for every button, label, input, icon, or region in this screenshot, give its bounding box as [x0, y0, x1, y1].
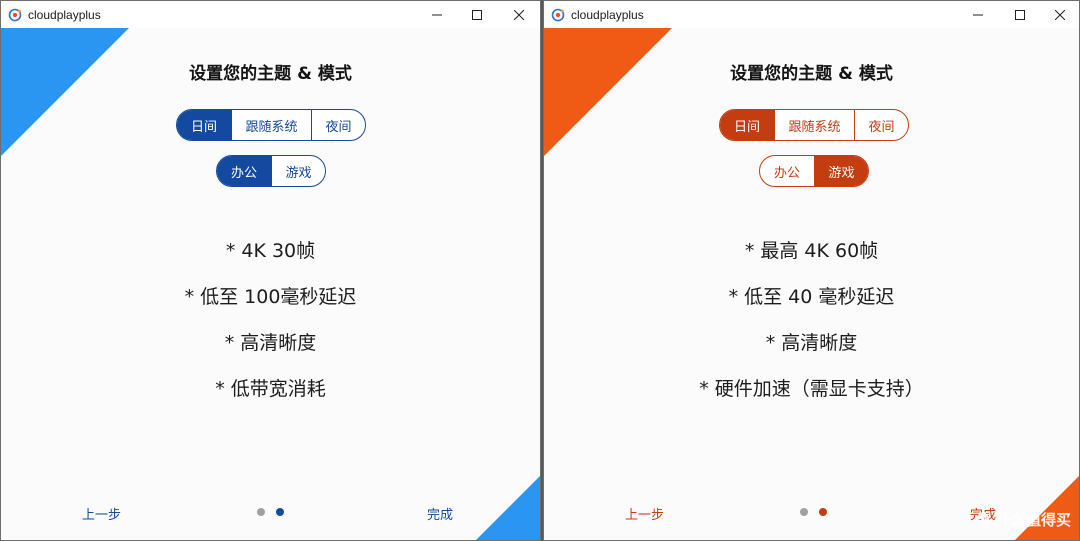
feature-item: * 最高 4K 60帧	[744, 240, 879, 262]
back-button[interactable]: 上一步	[82, 504, 121, 523]
page-indicator-dot	[819, 508, 827, 516]
mode-selector: 办公 游戏	[759, 155, 869, 187]
mode-option[interactable]: 游戏	[814, 156, 868, 186]
theme-option[interactable]: 夜间	[311, 110, 365, 140]
feature-item: * 高清晰度	[224, 332, 317, 354]
app-logo-icon	[551, 8, 565, 22]
mode-option[interactable]: 办公	[217, 156, 271, 186]
close-button[interactable]	[1040, 1, 1079, 28]
close-button[interactable]	[499, 1, 539, 28]
theme-option[interactable]: 跟随系统	[774, 110, 854, 140]
title-bar[interactable]: cloudplayplus	[1, 1, 540, 28]
app-title: cloudplayplus	[28, 7, 101, 22]
window-right: cloudplayplus 设置您的主题 & 模式 日间 跟随系统 夜间 办公 游戏 …	[543, 0, 1080, 541]
page-title: 设置您的主题 & 模式	[730, 64, 893, 84]
feature-item: * 硬件加速（需显卡支持）	[699, 378, 924, 400]
theme-option[interactable]: 日间	[177, 110, 231, 140]
page-title: 设置您的主题 & 模式	[189, 64, 352, 84]
theme-option[interactable]: 夜间	[854, 110, 908, 140]
app-title: cloudplayplus	[571, 7, 644, 22]
theme-selector: 日间 跟随系统 夜间	[176, 109, 366, 141]
maximize-button[interactable]	[457, 1, 497, 28]
page-indicator-dot	[276, 508, 284, 516]
corner-decoration-top	[1, 28, 129, 156]
window-left: cloudplayplus 设置您的主题 & 模式 日间 跟随系统 夜间 办公 游戏 …	[0, 0, 541, 541]
mode-selector: 办公 游戏	[216, 155, 326, 187]
page-indicator-dot	[800, 508, 808, 516]
watermark: 值 什么值得买	[975, 511, 1071, 529]
feature-item: * 低至 40 毫秒延迟	[728, 286, 895, 308]
app-logo-icon	[8, 8, 22, 22]
setup-page: 设置您的主题 & 模式 日间 跟随系统 夜间 办公 游戏 * 最高 4K 60帧 * 低…	[544, 28, 1079, 540]
setup-page: 设置您的主题 & 模式 日间 跟随系统 夜间 办公 游戏 * 4K 30帧 * 低至 1…	[1, 28, 540, 540]
feature-list: * 4K 30帧 * 低至 100毫秒延迟 * 高清晰度 * 低带宽消耗	[1, 236, 540, 420]
theme-selector: 日间 跟随系统 夜间	[719, 109, 909, 141]
minimize-button[interactable]	[417, 1, 457, 28]
maximize-button[interactable]	[1000, 1, 1040, 28]
feature-item: * 低至 100毫秒延迟	[184, 286, 357, 308]
finish-button[interactable]: 完成	[427, 504, 453, 523]
feature-item: * 高清晰度	[765, 332, 858, 354]
back-button[interactable]: 上一步	[625, 504, 664, 523]
feature-item: * 低带宽消耗	[215, 378, 326, 400]
mode-option[interactable]: 办公	[760, 156, 814, 186]
title-bar[interactable]: cloudplayplus	[544, 1, 1079, 28]
corner-decoration-top	[544, 28, 672, 156]
feature-list: * 最高 4K 60帧 * 低至 40 毫秒延迟 * 高清晰度 * 硬件加速（需显卡支…	[544, 236, 1079, 420]
minimize-button[interactable]	[958, 1, 998, 28]
corner-decoration-bottom	[1015, 476, 1079, 540]
corner-decoration-bottom	[476, 476, 540, 540]
theme-option[interactable]: 日间	[720, 110, 774, 140]
feature-item: * 4K 30帧	[225, 240, 316, 262]
page-indicator-dot	[257, 508, 265, 516]
mode-option[interactable]: 游戏	[271, 156, 325, 186]
theme-option[interactable]: 跟随系统	[231, 110, 311, 140]
